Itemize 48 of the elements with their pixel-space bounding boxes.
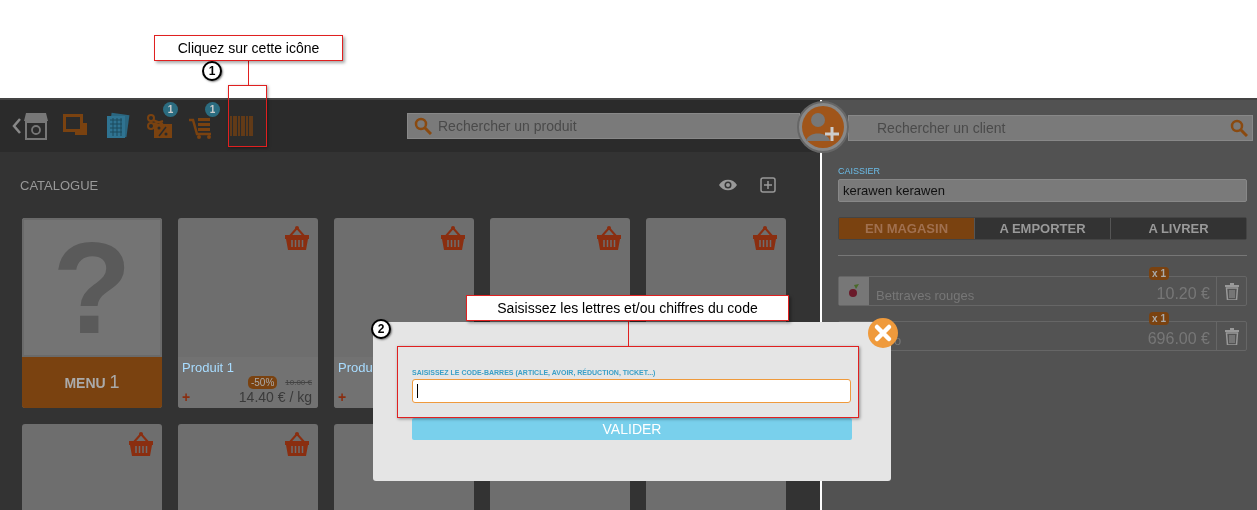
- close-icon[interactable]: [867, 317, 899, 349]
- basket-icon[interactable]: [752, 225, 778, 251]
- basket-icon[interactable]: [128, 431, 154, 457]
- count-badge: 1: [205, 102, 220, 117]
- add-icon[interactable]: [760, 177, 776, 193]
- text-cursor: [417, 384, 418, 398]
- leader-line: [248, 61, 249, 85]
- beet-icon: [839, 277, 869, 305]
- highlight-frame: [228, 85, 267, 147]
- discount-badge: -50%: [247, 375, 278, 389]
- back-icon[interactable]: [12, 117, 22, 135]
- order-mode-tab[interactable]: A EMPORTER: [974, 218, 1110, 239]
- basket-icon[interactable]: [440, 225, 466, 251]
- tablets-icon[interactable]: [104, 112, 132, 140]
- add-button[interactable]: +: [182, 389, 191, 405]
- question-mark: ?: [52, 222, 132, 353]
- count-badge: 1: [163, 102, 178, 117]
- basket-icon[interactable]: [596, 225, 622, 251]
- trash-icon: [1224, 282, 1239, 300]
- search-icon: [414, 117, 432, 135]
- catalogue-title: CATALOGUE: [20, 177, 100, 193]
- add-customer-icon[interactable]: [797, 101, 849, 153]
- search-icon: [1230, 119, 1248, 137]
- add-button[interactable]: +: [338, 389, 347, 405]
- callout-box: Saisissez les lettres et/ou chiffres du code: [466, 295, 789, 321]
- order-mode-tab[interactable]: EN MAGASIN: [839, 218, 974, 239]
- callout-box: Cliquez sur cette icône: [154, 35, 343, 61]
- shop-icon[interactable]: [24, 111, 48, 141]
- cashier-label: CAISSIER: [838, 166, 880, 176]
- quantity-badge: x 1: [1149, 312, 1169, 325]
- barcode-input-field[interactable]: [412, 379, 851, 403]
- cashier-field[interactable]: kerawen kerawen: [838, 179, 1247, 202]
- basket-icon[interactable]: [284, 431, 310, 457]
- basket-icon[interactable]: [284, 225, 310, 251]
- product-price: 14.40 € / kg: [238, 389, 312, 405]
- barcode-icon[interactable]: [230, 114, 254, 138]
- validate-button[interactable]: VALIDER: [412, 418, 852, 440]
- order-mode-tab[interactable]: A LIVRER: [1110, 218, 1246, 239]
- trash-icon: [1224, 327, 1239, 345]
- eye-icon[interactable]: [718, 178, 738, 192]
- product-name: Produ: [338, 360, 373, 375]
- coupon-icon[interactable]: [146, 112, 174, 140]
- product-card[interactable]: ? MENU 1: [22, 218, 162, 408]
- leader-line: [628, 321, 629, 346]
- step-number: 1: [202, 61, 222, 81]
- product-name: Produit 1: [182, 360, 235, 375]
- quantity-badge: x 1: [1149, 267, 1169, 280]
- menu-label: MENU 1: [22, 357, 162, 408]
